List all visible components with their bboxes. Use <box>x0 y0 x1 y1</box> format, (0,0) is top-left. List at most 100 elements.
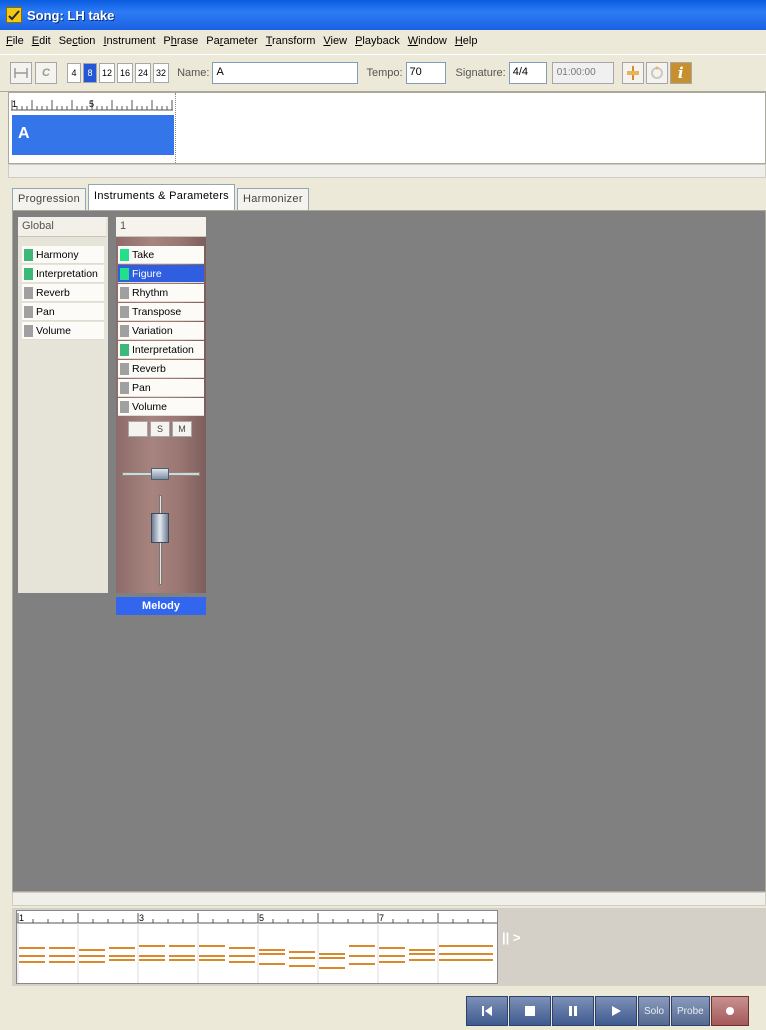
menu-item[interactable]: Transform <box>262 35 320 47</box>
section-scrollbar[interactable] <box>8 164 766 178</box>
section-block-a[interactable]: A <box>12 115 174 155</box>
tempo-field[interactable]: 70 <box>405 62 446 84</box>
metronome-icon[interactable] <box>621 62 644 84</box>
menu-item[interactable]: Section <box>55 35 100 47</box>
param-status-icon <box>120 267 129 280</box>
note-block <box>349 955 375 957</box>
rewind-icon <box>482 1006 492 1016</box>
param-row[interactable]: Interpretation <box>118 341 204 359</box>
transport-bar: Solo Probe <box>466 996 750 1026</box>
param-row[interactable]: Transpose <box>118 303 204 321</box>
param-status-icon <box>120 381 129 394</box>
menu-item[interactable]: Window <box>404 35 451 47</box>
note-block <box>289 951 315 953</box>
menu-item[interactable]: Parameter <box>202 35 261 47</box>
workspace-scrollbar[interactable] <box>12 892 766 906</box>
tab[interactable]: Progression <box>12 188 86 210</box>
pan-slider-knob[interactable] <box>151 468 169 480</box>
mute-button[interactable]: M <box>172 421 192 437</box>
param-row[interactable]: Variation <box>118 322 204 340</box>
tab[interactable]: Harmonizer <box>236 188 309 210</box>
param-row[interactable]: Reverb <box>22 284 104 302</box>
rewind-button[interactable] <box>466 996 508 1026</box>
grid-button[interactable]: 4 <box>67 63 81 83</box>
channel-strip: 1 Take Figure Rhythm Transpose Variation Inte… <box>116 217 206 615</box>
section-end-marker <box>175 93 176 163</box>
tempo-label: Tempo: <box>366 67 403 79</box>
channel-strip-header: 1 <box>116 217 206 237</box>
section-name-field[interactable]: A <box>212 62 359 84</box>
param-row[interactable]: Pan <box>118 379 204 397</box>
signature-field[interactable]: 4/4 <box>508 62 547 84</box>
chord-mode-button[interactable]: C <box>35 62 57 84</box>
note-block <box>259 963 285 965</box>
global-strip: Global Harmony Interpretation Reverb Pan Vol… <box>18 217 108 593</box>
title-bar: Song: LH take <box>0 0 766 30</box>
param-row[interactable]: Rhythm <box>118 284 204 302</box>
pause-button[interactable] <box>552 996 594 1026</box>
roll-play-indicator[interactable]: || > <box>502 930 520 945</box>
param-status-icon <box>120 400 129 413</box>
grid-button[interactable]: 16 <box>117 63 134 83</box>
play-button[interactable] <box>595 996 637 1026</box>
channel-body: Take Figure Rhythm Transpose Variation Interp… <box>116 237 206 615</box>
stop-button[interactable] <box>509 996 551 1026</box>
note-block <box>439 953 493 955</box>
menu-item[interactable]: Instrument <box>99 35 159 47</box>
param-status-icon <box>120 305 129 318</box>
grid-button[interactable]: 24 <box>135 63 152 83</box>
piano-roll-canvas[interactable]: 1 3 5 7 <box>16 910 499 984</box>
param-row[interactable]: Volume <box>22 322 104 340</box>
note-block <box>409 953 435 955</box>
param-label: Volume <box>36 324 72 337</box>
solo-button[interactable]: S <box>150 421 170 437</box>
note-block <box>139 955 165 957</box>
note-block <box>379 947 405 949</box>
menu-item[interactable]: View <box>319 35 351 47</box>
measure-length-button[interactable] <box>10 62 32 84</box>
param-status-icon <box>120 343 129 356</box>
note-block <box>109 947 135 949</box>
menu-item[interactable]: Edit <box>28 35 55 47</box>
section-ruler-label: 5 <box>89 99 94 109</box>
param-row[interactable]: Volume <box>118 398 204 416</box>
record-arm-button[interactable] <box>128 421 148 437</box>
grid-button[interactable]: 12 <box>99 63 116 83</box>
param-status-icon <box>120 362 129 375</box>
info-icon[interactable]: i <box>669 62 692 84</box>
param-row[interactable]: Reverb <box>118 360 204 378</box>
menu-item[interactable]: Playback <box>351 35 404 47</box>
menu-item[interactable]: File <box>2 35 28 47</box>
param-row[interactable]: Interpretation <box>22 265 104 283</box>
grid-button[interactable]: 8 <box>83 63 97 83</box>
note-block <box>79 949 105 951</box>
grid-resolution-group: 4 8 12 16 24 32 <box>67 63 171 83</box>
note-block <box>409 959 435 961</box>
signature-label: Signature: <box>455 67 506 79</box>
param-row[interactable]: Harmony <box>22 246 104 264</box>
instrument-name[interactable]: Melody <box>116 597 206 615</box>
loop-icon[interactable] <box>645 62 668 84</box>
record-button[interactable] <box>710 996 749 1026</box>
note-block <box>139 945 165 947</box>
instruments-workspace: Global Harmony Interpretation Reverb Pan Vol… <box>12 210 766 892</box>
note-block <box>19 947 45 949</box>
volume-fader-knob[interactable] <box>151 513 169 543</box>
param-label: Interpretation <box>132 343 194 356</box>
note-block <box>109 955 135 957</box>
roll-ruler-label: 3 <box>139 913 144 923</box>
transport-solo-button[interactable]: Solo <box>638 996 671 1026</box>
param-label: Transpose <box>132 305 182 318</box>
menu-item[interactable]: Phrase <box>159 35 202 47</box>
menu-bar: File Edit Section Instrument Phrase Parameter… <box>0 30 766 52</box>
param-row[interactable]: Pan <box>22 303 104 321</box>
grid-button[interactable]: 32 <box>153 63 170 83</box>
note-block <box>169 945 195 947</box>
tab[interactable]: Instruments & Parameters <box>88 184 235 210</box>
param-row[interactable]: Take <box>118 246 204 264</box>
param-row[interactable]: Figure <box>118 265 204 283</box>
section-ruler-label: 1 <box>12 99 17 109</box>
note-block <box>19 961 45 963</box>
probe-button[interactable]: Probe <box>671 996 710 1026</box>
menu-item[interactable]: Help <box>451 35 482 47</box>
